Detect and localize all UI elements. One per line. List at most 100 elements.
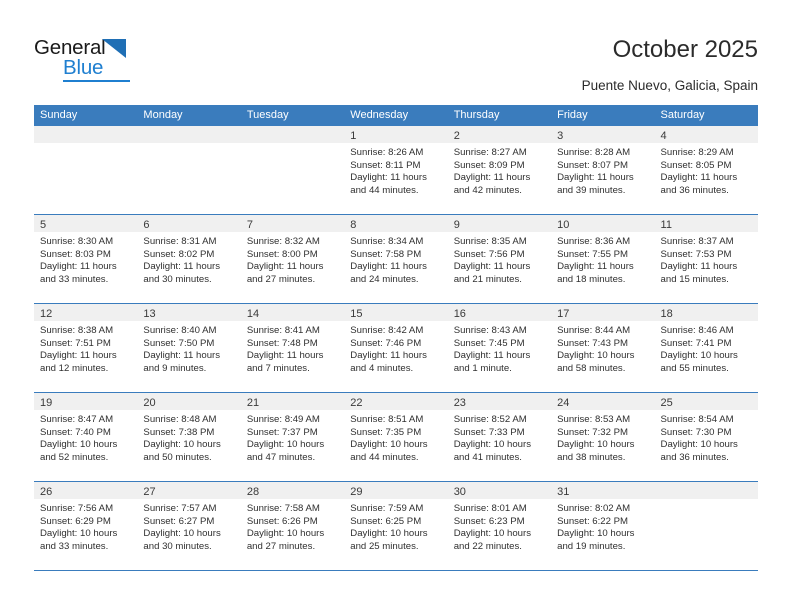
- day-number: 9: [453, 219, 460, 231]
- calendar-day-cell[interactable]: 27 Sunrise: 7:57 AM Sunset: 6:27 PM Dayligh…: [137, 482, 241, 570]
- calendar-day-cell[interactable]: 26 Sunrise: 7:56 AM Sunset: 6:29 PM Dayligh…: [34, 482, 138, 570]
- day-info-daylight1: Daylight: 10 hours: [557, 528, 635, 540]
- day-info-sunset: Sunset: 7:50 PM: [143, 337, 215, 349]
- calendar-day-cell[interactable]: 15 Sunrise: 8:42 AM Sunset: 7:46 PM Dayligh…: [344, 304, 448, 392]
- calendar-day-cell[interactable]: 10 Sunrise: 8:36 AM Sunset: 7:55 PM Dayligh…: [551, 215, 655, 303]
- calendar-day-cell[interactable]: 5 Sunrise: 8:30 AM Sunset: 8:03 PM Daylight…: [34, 215, 138, 303]
- day-info: Sunrise: 7:59 AM Sunset: 6:25 PM Daylight:…: [344, 499, 447, 553]
- day-number: 17: [557, 308, 570, 320]
- day-number-band: 12: [34, 304, 138, 321]
- day-number-band: 25: [654, 393, 758, 410]
- day-number-band: 27: [137, 482, 241, 499]
- day-info-daylight2: and 25 minutes.: [350, 540, 419, 552]
- day-number: 29: [350, 486, 363, 498]
- calendar-day-cell[interactable]: 31 Sunrise: 8:02 AM Sunset: 6:22 PM Dayligh…: [551, 482, 655, 570]
- day-info-sunrise: Sunrise: 8:35 AM: [453, 236, 527, 247]
- calendar-week-row: 26 Sunrise: 7:56 AM Sunset: 6:29 PM Dayligh…: [34, 482, 758, 571]
- day-number-band: 10: [551, 215, 655, 232]
- day-info-daylight2: and 1 minute.: [453, 362, 512, 374]
- day-info-daylight2: and 30 minutes.: [143, 540, 212, 552]
- calendar-day-cell[interactable]: 16 Sunrise: 8:43 AM Sunset: 7:45 PM Dayligh…: [447, 304, 552, 392]
- day-number-band: 15: [344, 304, 448, 321]
- day-info-daylight1: Daylight: 11 hours: [143, 350, 221, 362]
- page-subtitle: Puente Nuevo, Galicia, Spain: [581, 78, 758, 93]
- calendar-day-cell[interactable]: 6 Sunrise: 8:31 AM Sunset: 8:02 PM Daylight…: [137, 215, 241, 303]
- calendar-day-cell[interactable]: 14 Sunrise: 8:41 AM Sunset: 7:48 PM Dayligh…: [240, 304, 345, 392]
- day-info: Sunrise: 8:42 AM Sunset: 7:46 PM Daylight:…: [344, 321, 447, 375]
- calendar-day-cell[interactable]: 21 Sunrise: 8:49 AM Sunset: 7:37 PM Dayligh…: [240, 393, 345, 481]
- calendar-day-cell[interactable]: 20 Sunrise: 8:48 AM Sunset: 7:38 PM Dayligh…: [137, 393, 241, 481]
- calendar-day-cell[interactable]: 3 Sunrise: 8:28 AM Sunset: 8:07 PM Daylight…: [551, 126, 655, 214]
- day-info-daylight2: and 55 minutes.: [660, 362, 729, 374]
- day-info: Sunrise: 8:31 AM Sunset: 8:02 PM Daylight:…: [137, 232, 240, 286]
- day-info-sunset: Sunset: 6:27 PM: [143, 515, 215, 527]
- calendar-page: General Blue October 2025 Puente Nuevo, …: [0, 0, 792, 612]
- general-blue-logo[interactable]: General Blue: [34, 36, 174, 84]
- day-info-sunset: Sunset: 7:37 PM: [246, 426, 318, 438]
- day-info-sunset: Sunset: 7:35 PM: [350, 426, 422, 438]
- weekday-header-friday: Friday: [557, 109, 588, 121]
- day-info-daylight2: and 4 minutes.: [350, 362, 414, 374]
- day-number: 23: [453, 397, 466, 409]
- day-info-daylight1: Daylight: 11 hours: [40, 350, 117, 362]
- day-info-sunrise: Sunrise: 8:36 AM: [557, 236, 631, 247]
- calendar-day-cell[interactable]: 9 Sunrise: 8:35 AM Sunset: 7:56 PM Daylight…: [447, 215, 552, 303]
- day-info-daylight1: Daylight: 10 hours: [557, 350, 635, 362]
- day-info-daylight1: Daylight: 11 hours: [557, 261, 634, 273]
- day-info-daylight2: and 18 minutes.: [557, 273, 626, 285]
- day-info: Sunrise: 8:27 AM Sunset: 8:09 PM Daylight:…: [448, 143, 551, 197]
- day-info-sunrise: Sunrise: 8:48 AM: [143, 414, 217, 425]
- logo-text-blue: Blue: [63, 56, 104, 79]
- calendar-day-cell[interactable]: 7 Sunrise: 8:32 AM Sunset: 8:00 PM Daylight…: [240, 215, 345, 303]
- day-number-band: 13: [137, 304, 241, 321]
- day-number-band: 20: [137, 393, 241, 410]
- day-info-sunrise: Sunrise: 7:57 AM: [143, 503, 217, 514]
- day-info-sunset: Sunset: 8:09 PM: [453, 159, 525, 171]
- calendar-day-cell[interactable]: 8 Sunrise: 8:34 AM Sunset: 7:58 PM Daylight…: [344, 215, 448, 303]
- day-info-sunrise: Sunrise: 8:37 AM: [660, 236, 734, 247]
- day-info-sunset: Sunset: 7:55 PM: [557, 248, 629, 260]
- day-info: Sunrise: 8:44 AM Sunset: 7:43 PM Daylight:…: [551, 321, 654, 375]
- day-info-sunset: Sunset: 6:29 PM: [40, 515, 111, 527]
- logo-underline: [63, 80, 130, 82]
- day-info-sunrise: Sunrise: 8:40 AM: [143, 325, 217, 336]
- calendar-day-cell[interactable]: 22 Sunrise: 8:51 AM Sunset: 7:35 PM Dayligh…: [344, 393, 448, 481]
- calendar-day-cell[interactable]: 12 Sunrise: 8:38 AM Sunset: 7:51 PM Dayligh…: [34, 304, 138, 392]
- calendar-week-row: 12 Sunrise: 8:38 AM Sunset: 7:51 PM Dayligh…: [34, 304, 758, 393]
- calendar-day-cell[interactable]: 28 Sunrise: 7:58 AM Sunset: 6:26 PM Dayligh…: [240, 482, 345, 570]
- day-info-sunrise: Sunrise: 7:59 AM: [350, 503, 424, 514]
- calendar-day-cell[interactable]: 29 Sunrise: 7:59 AM Sunset: 6:25 PM Dayligh…: [344, 482, 448, 570]
- day-info-daylight2: and 24 minutes.: [350, 273, 419, 285]
- day-info-daylight1: Daylight: 10 hours: [350, 439, 428, 451]
- day-info: Sunrise: 8:37 AM Sunset: 7:53 PM Daylight:…: [655, 232, 758, 286]
- day-info-daylight1: Daylight: 11 hours: [246, 350, 324, 362]
- calendar-day-cell[interactable]: 19 Sunrise: 8:47 AM Sunset: 7:40 PM Dayligh…: [34, 393, 138, 481]
- day-info-sunset: Sunset: 7:30 PM: [660, 426, 732, 438]
- calendar-day-cell[interactable]: 30 Sunrise: 8:01 AM Sunset: 6:23 PM Dayligh…: [447, 482, 552, 570]
- day-info-daylight2: and 27 minutes.: [246, 540, 316, 552]
- calendar-day-cell[interactable]: 13 Sunrise: 8:40 AM Sunset: 7:50 PM Dayligh…: [137, 304, 241, 392]
- calendar-day-cell[interactable]: 4 Sunrise: 8:29 AM Sunset: 8:05 PM Daylight…: [654, 126, 758, 214]
- calendar-week-row: 1 Sunrise: 8:26 AM Sunset: 8:11 PM Daylight…: [34, 126, 758, 215]
- calendar-day-cell[interactable]: 17 Sunrise: 8:44 AM Sunset: 7:43 PM Dayligh…: [551, 304, 655, 392]
- calendar-day-cell[interactable]: 1 Sunrise: 8:26 AM Sunset: 8:11 PM Daylight…: [344, 126, 448, 214]
- calendar-day-cell[interactable]: 18 Sunrise: 8:46 AM Sunset: 7:41 PM Dayligh…: [654, 304, 758, 392]
- day-info-sunrise: Sunrise: 8:51 AM: [350, 414, 424, 425]
- calendar-day-cell[interactable]: 24 Sunrise: 8:53 AM Sunset: 7:32 PM Dayligh…: [551, 393, 655, 481]
- weekday-header-wednesday: Wednesday: [350, 109, 409, 121]
- calendar-day-cell[interactable]: 2 Sunrise: 8:27 AM Sunset: 8:09 PM Daylight…: [447, 126, 552, 214]
- day-number: 30: [453, 486, 466, 498]
- day-info-sunset: Sunset: 7:33 PM: [453, 426, 525, 438]
- day-info-daylight2: and 15 minutes.: [660, 273, 729, 285]
- day-info-daylight2: and 39 minutes.: [557, 184, 626, 196]
- day-number-band: 29: [344, 482, 448, 499]
- day-number: 16: [453, 308, 466, 320]
- day-info-sunset: Sunset: 7:48 PM: [246, 337, 318, 349]
- calendar-day-cell[interactable]: 11 Sunrise: 8:37 AM Sunset: 7:53 PM Dayligh…: [654, 215, 758, 303]
- day-info-sunset: Sunset: 8:02 PM: [143, 248, 215, 260]
- calendar-day-cell[interactable]: 25 Sunrise: 8:54 AM Sunset: 7:30 PM Dayligh…: [654, 393, 758, 481]
- calendar-day-cell[interactable]: 23 Sunrise: 8:52 AM Sunset: 7:33 PM Dayligh…: [447, 393, 552, 481]
- day-info-sunrise: Sunrise: 8:26 AM: [350, 147, 424, 158]
- day-info-daylight1: Daylight: 10 hours: [143, 439, 221, 451]
- weekday-header-saturday: Saturday: [660, 109, 705, 121]
